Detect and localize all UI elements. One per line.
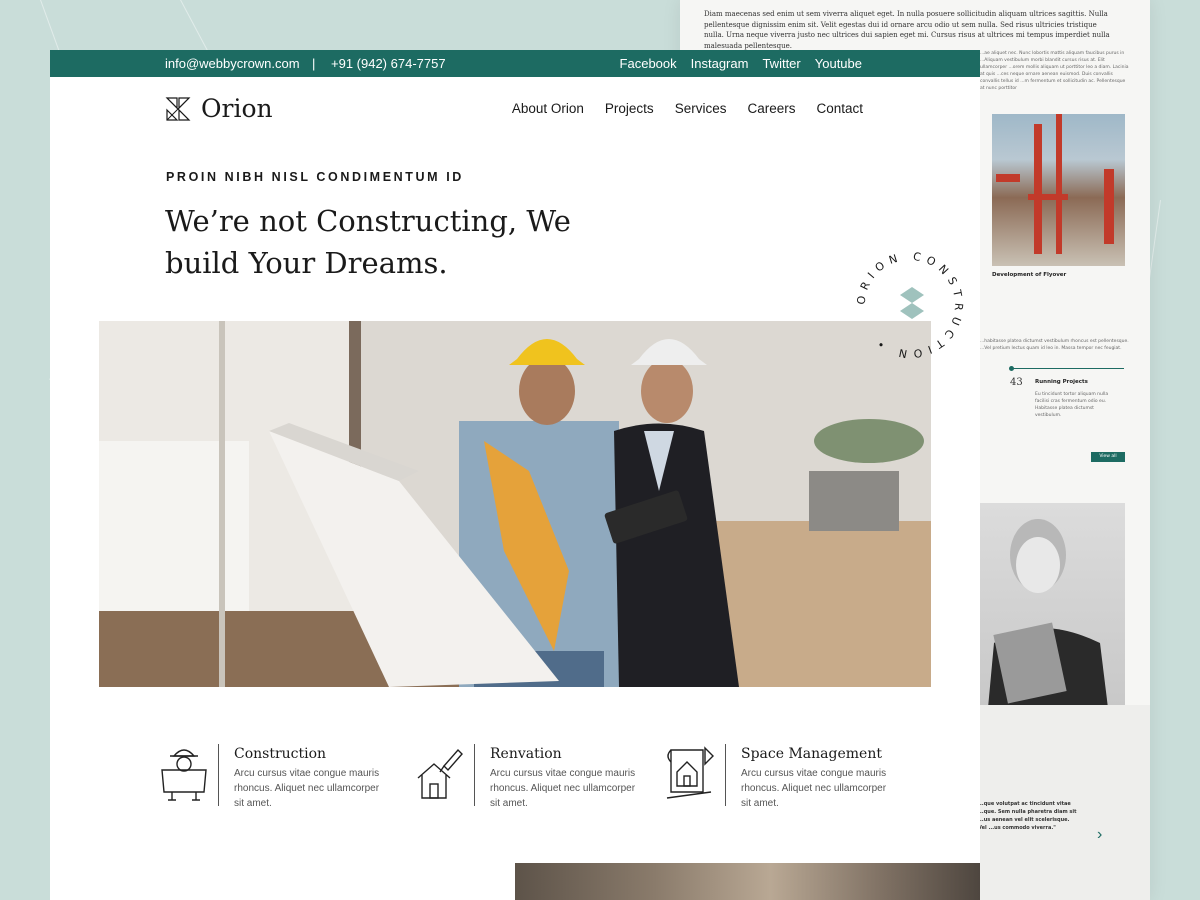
stat-description: Eu tincidunt tortor aliquam nulla facili… [1035,392,1109,418]
rebar-column [1034,124,1042,254]
stat-label: Running Projects [1035,379,1088,385]
youtube-link[interactable]: Youtube [815,56,862,71]
construction-worker-icon [161,749,207,801]
feature-description: Arcu cursus vitae congue mauris rhoncus.… [741,768,887,809]
flyover-photo [992,114,1125,266]
feature-divider [474,744,475,806]
feature-divider [725,744,726,806]
portrait-illustration [988,519,1108,708]
twitter-link[interactable]: Twitter [762,56,800,71]
topbar-separator: | [312,56,316,71]
instagram-link[interactable]: Instagram [691,56,749,71]
hero-headline: We’re not Constructing, We build Your Dr… [165,204,571,280]
main-nav: About Orion Projects Services Careers Co… [512,101,863,116]
social-links: Facebook Instagram Twitter Youtube [620,56,862,71]
back-column-text: ...ae aliquet nec. Nunc lobortis mattis … [980,51,1129,91]
feature-title: Space Management [741,746,882,762]
feature-divider [218,744,219,806]
phone-link[interactable]: +91 (942) 674-7757 [331,56,446,71]
nav-about[interactable]: About Orion [512,101,584,116]
rebar-column [996,174,1020,182]
rebar-column [1104,169,1114,244]
brand-logo[interactable]: Orion [165,94,273,123]
portrait-photo [980,503,1125,708]
stat-number: 43 [1010,377,1023,388]
stat-dot [1009,366,1014,371]
rebar-column [1056,114,1062,254]
facebook-link[interactable]: Facebook [620,56,677,71]
rebar-column [1028,194,1068,200]
brand-name: Orion [201,94,273,123]
feature-description: Arcu cursus vitae congue mauris rhoncus.… [234,768,380,809]
next-arrow-icon[interactable]: › [1097,826,1102,844]
stat-line [1012,368,1124,369]
background-line [180,0,210,53]
nav-services[interactable]: Services [675,101,727,116]
back-intro-text: Diam maecenas sed enim ut sem viverra al… [704,10,1110,50]
blueprint-house-icon [666,746,714,799]
view-all-button[interactable]: View all [1091,452,1125,462]
back-paragraph: ...habitasse platea dictumst vestibulum … [980,339,1129,351]
feature-description: Arcu cursus vitae congue mauris rhoncus.… [490,768,636,809]
house-paint-icon [417,748,463,799]
top-bar: info@webbycrown.com | +91 (942) 674-7757… [50,50,980,77]
hero-image [99,321,931,687]
nav-contact[interactable]: Contact [816,101,863,116]
photo-caption: Development of Flyover [992,272,1067,278]
hero-illustration [99,321,931,687]
feature-title: Renvation [490,746,562,762]
testimonial-quote: ...que volutpat ac tincidunt vitae ...qu… [978,801,1077,831]
orion-logo-icon [165,96,191,121]
section-photo-preview [515,863,980,900]
nav-projects[interactable]: Projects [605,101,654,116]
hero-kicker: PROIN NIBH NISL CONDIMENTUM ID [166,170,464,184]
construction-badge: ORION CONSTRUCTION • [855,250,960,361]
nav-careers[interactable]: Careers [747,101,795,116]
feature-title: Construction [234,746,327,762]
email-link[interactable]: info@webbycrown.com [165,56,300,71]
main-page: info@webbycrown.com | +91 (942) 674-7757… [50,50,980,900]
